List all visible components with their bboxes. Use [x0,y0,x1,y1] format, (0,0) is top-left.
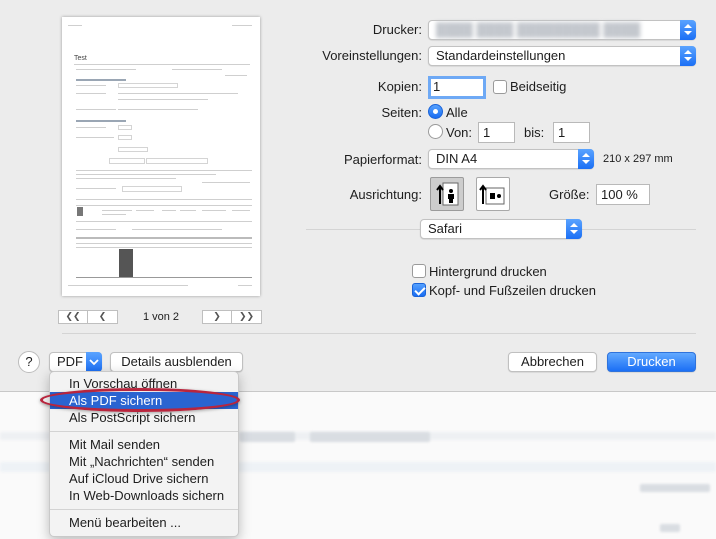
menu-item-edit-menu[interactable]: Menü bearbeiten ... [50,514,238,531]
chevron-updown-icon [680,46,696,66]
presets-label: Voreinstellungen: [322,48,422,63]
print-preview-page: Test [62,17,260,296]
chevron-updown-icon [566,219,582,239]
header-footer-label: Kopf- und Fußzeilen drucken [429,283,596,298]
pages-to-input[interactable]: 1 [553,122,590,143]
paper-size-select[interactable]: DIN A4 [428,149,594,169]
last-page-button[interactable]: ❯❯ [232,310,262,324]
print-button[interactable]: Drucken [607,352,696,372]
pages-label: Seiten: [381,105,422,120]
scale-input[interactable]: 100 % [596,184,650,205]
copies-input[interactable]: 1 [428,76,486,99]
chevron-updown-icon [680,20,696,40]
duplex-label: Beidseitig [510,79,567,94]
portrait-orientation-button[interactable] [430,177,464,211]
next-page-button[interactable]: ❯ [202,310,232,324]
pages-from-label: Von: [446,125,473,140]
pages-all-label: Alle [446,105,468,120]
first-page-button[interactable]: ❮❮ [58,310,88,324]
menu-separator [50,509,238,510]
pdf-menu-button[interactable]: PDF [49,352,102,372]
page-indicator: 1 von 2 [142,311,180,323]
copies-label: Kopien: [377,79,422,94]
cancel-button[interactable]: Abbrechen [508,352,597,372]
printer-name: ████ ████ █████████ ████ [436,22,641,37]
landscape-icon [479,184,505,205]
duplex-checkbox[interactable] [493,80,507,94]
menu-item-send-mail[interactable]: Mit Mail senden [50,436,238,453]
previous-page-button[interactable]: ❮ [88,310,118,324]
pages-all-radio[interactable] [428,104,443,119]
print-background-checkbox[interactable] [412,264,426,278]
preview-back-controls: ❮❮ ❮ [58,310,118,324]
pages-range-radio[interactable] [428,124,443,139]
pdf-label: PDF [57,354,83,369]
help-button[interactable]: ? [18,351,40,373]
paper-size-value: DIN A4 [436,151,478,166]
annotation-highlight-ellipse [40,388,240,412]
printer-label: Drucker: [372,22,422,37]
printer-select[interactable]: ████ ████ █████████ ████ [428,20,696,40]
header-footer-checkbox[interactable] [412,283,426,297]
print-dialog: Test ❮❮ ❮ 1 von 2 ❯ ❯❯ Drucker: ████ ███… [0,0,716,392]
pages-from-input[interactable]: 1 [478,122,515,143]
section-select[interactable]: Safari [420,219,582,239]
presets-value: Standardeinstellungen [436,48,566,63]
landscape-orientation-button[interactable] [476,177,510,211]
pages-to-label: bis: [524,125,545,140]
scale-label: Größe: [549,187,590,202]
portrait-icon [436,182,459,206]
print-background-label: Hintergrund drucken [429,264,547,279]
menu-item-save-icloud[interactable]: Auf iCloud Drive sichern [50,470,238,487]
paper-dimensions: 210 x 297 mm [603,153,673,165]
paper-size-label: Papierformat: [343,152,422,167]
chevron-down-icon [86,352,102,372]
orientation-label: Ausrichtung: [349,187,422,202]
preview-forward-controls: ❯ ❯❯ [202,310,262,324]
menu-item-send-messages[interactable]: Mit „Nachrichten“ senden [50,453,238,470]
presets-select[interactable]: Standardeinstellungen [428,46,696,66]
section-value: Safari [428,221,462,236]
hide-details-button[interactable]: Details ausblenden [110,352,243,372]
footer-divider [62,333,696,334]
chevron-updown-icon [578,149,594,169]
menu-separator [50,431,238,432]
menu-item-save-web-downloads[interactable]: In Web-Downloads sichern [50,487,238,504]
